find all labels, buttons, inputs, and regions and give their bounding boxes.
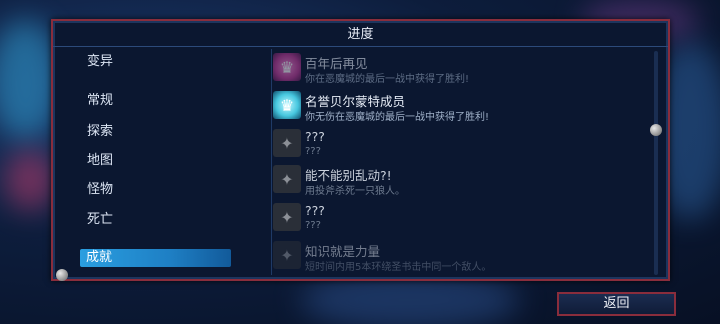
achievement-row[interactable]: ✦ 知识就是力量 短时间内用5本环绕圣书击中同一个敌人。 (271, 239, 651, 275)
achievement-desc: 你无伤在恶魔城的最后一战中获得了胜利! (305, 112, 490, 123)
achievement-row[interactable]: ✦ ??? ??? (271, 127, 651, 163)
achievement-desc: 你在恶魔城的最后一战中获得了胜利! (305, 74, 470, 85)
scroll-knob-icon[interactable] (56, 269, 68, 281)
achievement-title: ??? (305, 129, 325, 144)
achievement-row[interactable]: ♛ 名誉贝尔蒙特成员 你无伤在恶魔城的最后一战中获得了胜利! (271, 89, 651, 125)
crest-pink-icon: ♛ (273, 53, 301, 81)
achievement-title: ??? (305, 203, 325, 218)
achievement-desc: 短时间内用5本环绕圣书击中同一个敌人。 (305, 262, 492, 273)
scroll-knob-icon[interactable] (650, 124, 662, 136)
category-general[interactable]: 常规 (83, 92, 237, 110)
achievement-desc: ??? (305, 146, 321, 157)
locked-icon: ✦ (273, 129, 301, 157)
category-death[interactable]: 死亡 (83, 211, 237, 229)
background-glow (5, 150, 55, 210)
category-monsters[interactable]: 怪物 (83, 181, 237, 199)
achievement-list: ♛ 百年后再见 你在恶魔城的最后一战中获得了胜利! ♛ 名誉贝尔蒙特成员 你无伤… (271, 49, 651, 275)
panel-title: 进度 (53, 24, 668, 47)
crest-cyan-icon: ♛ (273, 91, 301, 119)
back-button[interactable]: 返回 (557, 292, 676, 316)
achievement-desc: ??? (305, 220, 321, 231)
locked-icon: ✦ (273, 241, 301, 269)
category-map[interactable]: 地图 (83, 152, 237, 170)
progress-panel: 进度 变异 常规 探索 地图 怪物 死亡 成就 ♛ 百年后再见 你在恶魔城的最后… (51, 19, 670, 281)
category-achievements[interactable]: 成就 (80, 249, 231, 267)
locked-icon: ✦ (273, 165, 301, 193)
category-exploration[interactable]: 探索 (83, 123, 237, 141)
achievement-desc: 用投斧杀死一只狼人。 (305, 186, 405, 197)
category-mutation[interactable]: 变异 (83, 53, 237, 71)
achievement-row[interactable]: ✦ 能不能别乱动?! 用投斧杀死一只狼人。 (271, 163, 651, 199)
achievement-row[interactable]: ♛ 百年后再见 你在恶魔城的最后一战中获得了胜利! (271, 51, 651, 87)
achievement-row[interactable]: ✦ ??? ??? (271, 201, 651, 237)
scrollbar[interactable] (654, 51, 658, 275)
locked-icon: ✦ (273, 203, 301, 231)
